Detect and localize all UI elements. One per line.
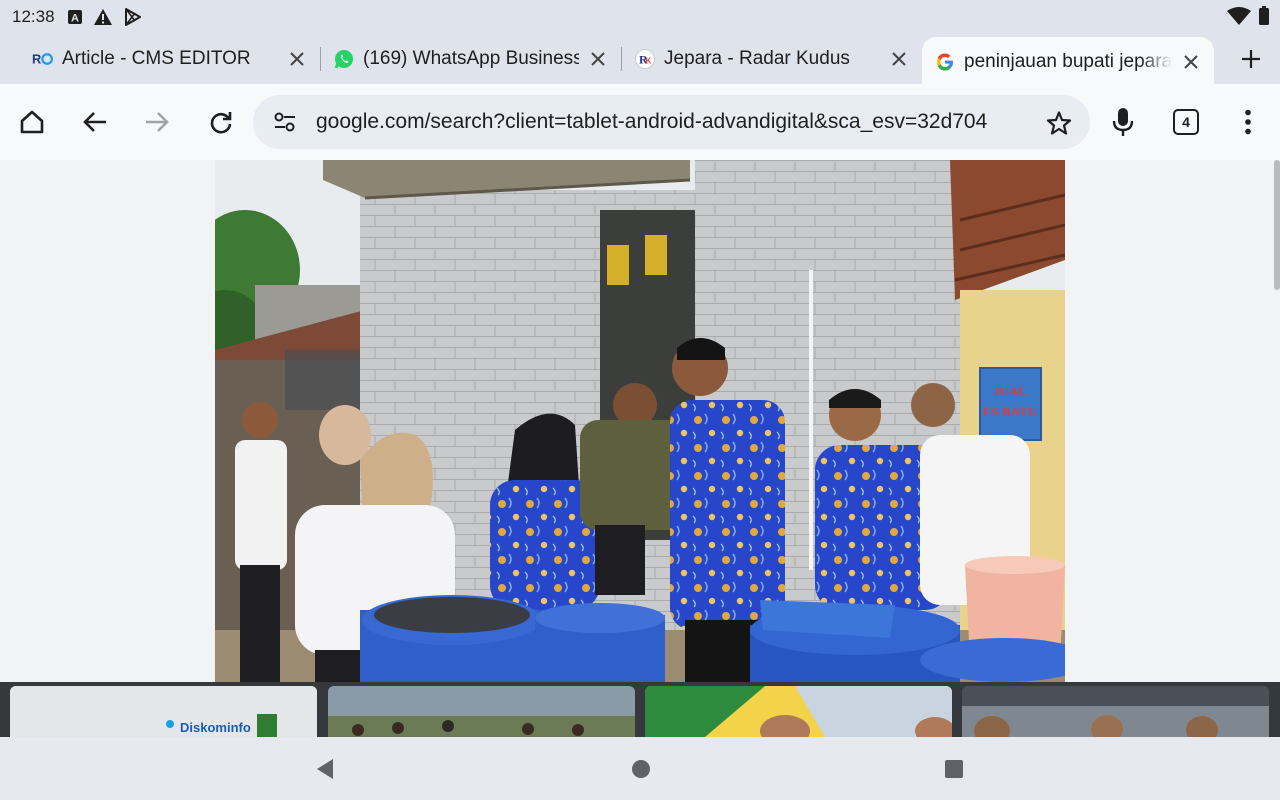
nav-back-icon	[317, 759, 333, 779]
voice-search-button[interactable]	[1107, 106, 1139, 138]
image-thumbnail[interactable]	[328, 686, 635, 737]
battery-icon	[1258, 6, 1270, 31]
warning-icon	[93, 8, 113, 26]
wifi-icon	[1223, 6, 1252, 31]
image-thumbnail[interactable]	[962, 686, 1269, 737]
nav-home-button[interactable]	[629, 757, 653, 781]
status-right	[1223, 6, 1270, 31]
tab-google-search[interactable]: peninjauan bupati jepara a	[922, 37, 1214, 87]
tab-radar-kudus[interactable]: RK Jepara - Radar Kudus	[622, 37, 922, 81]
nav-recents-button[interactable]	[942, 757, 966, 781]
tab-switcher-button[interactable]: 4	[1170, 106, 1202, 138]
sign-text-line1: JUAL	[993, 384, 1027, 399]
bookmark-star-icon[interactable]	[1046, 110, 1072, 141]
system-navigation-bar	[0, 737, 1280, 800]
nav-recents-icon	[945, 760, 963, 778]
menu-button[interactable]	[1232, 106, 1264, 138]
back-arrow-icon	[83, 112, 106, 132]
nav-back-button[interactable]	[313, 757, 337, 781]
svg-text:R: R	[32, 52, 41, 67]
scrollbar[interactable]	[1274, 160, 1280, 290]
tab-title: (169) WhatsApp Business	[363, 48, 579, 69]
tab-whatsapp[interactable]: (169) WhatsApp Business	[321, 37, 621, 81]
tab-count: 4	[1173, 109, 1199, 135]
sign-text-line2: ES BATU	[983, 404, 1038, 419]
svg-text:A: A	[71, 13, 79, 25]
microphone-icon	[1112, 108, 1134, 136]
reload-button[interactable]	[205, 106, 237, 138]
page-content: JUAL ES BATU	[0, 160, 1280, 682]
new-tab-button[interactable]	[1236, 44, 1266, 74]
tab-title: peninjauan bupati jepara a	[964, 51, 1172, 72]
image-thumbnail[interactable]	[645, 686, 952, 737]
tab-title: Article - CMS EDITOR	[62, 48, 251, 69]
address-bar[interactable]: google.com/search?client=tablet-android-…	[253, 95, 1090, 149]
image-thumbnail[interactable]: Diskominfo	[10, 686, 317, 737]
svg-text:K: K	[646, 57, 652, 66]
google-icon	[934, 51, 956, 73]
site-settings-icon[interactable]	[273, 111, 297, 138]
close-icon[interactable]	[286, 48, 308, 70]
url-text[interactable]: google.com/search?client=tablet-android-…	[316, 110, 1036, 134]
more-vert-icon	[1245, 109, 1251, 135]
close-icon[interactable]	[888, 48, 910, 70]
plus-icon	[1242, 50, 1260, 68]
home-icon	[20, 110, 44, 134]
reload-icon	[210, 112, 232, 134]
home-button[interactable]	[16, 106, 48, 138]
status-bar: 12:38 A	[0, 0, 1280, 34]
nav-home-icon	[632, 760, 650, 778]
tab-title: Jepara - Radar Kudus	[664, 48, 850, 69]
back-button[interactable]	[79, 106, 111, 138]
close-icon[interactable]	[1180, 51, 1202, 73]
forward-arrow-icon	[146, 112, 169, 132]
text-a-icon: A	[67, 9, 83, 25]
image-results-strip: Diskominfo	[0, 682, 1280, 737]
close-icon[interactable]	[587, 48, 609, 70]
whatsapp-icon	[333, 48, 355, 70]
play-store-icon	[123, 7, 143, 27]
tab-strip: R Article - CMS EDITOR (169) WhatsApp Bu…	[0, 34, 1280, 87]
status-time: 12:38	[12, 7, 55, 26]
browser-toolbar: google.com/search?client=tablet-android-…	[0, 84, 1280, 160]
forward-button[interactable]	[141, 106, 173, 138]
ro-logo-icon: R	[32, 48, 54, 70]
tab-article-cms[interactable]: R Article - CMS EDITOR	[20, 37, 320, 81]
radar-kudus-icon: RK	[634, 48, 656, 70]
thumbnail-logo-text: Diskominfo	[180, 720, 251, 735]
main-image[interactable]: JUAL ES BATU	[215, 160, 1065, 682]
